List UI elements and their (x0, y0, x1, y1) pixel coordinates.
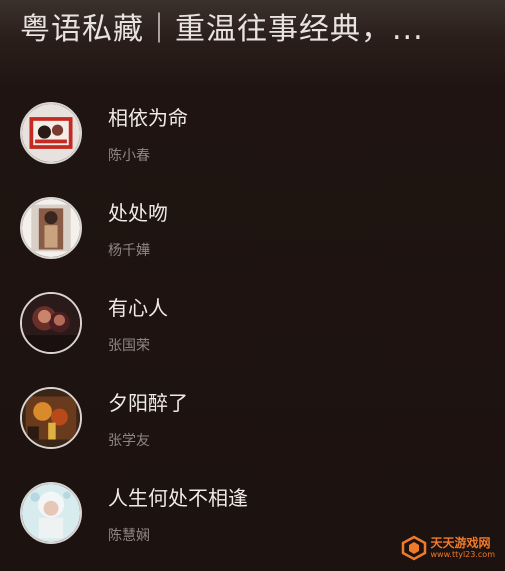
playlist-title: 粤语私藏｜重温往事经典，... (20, 12, 424, 47)
album-cover-icon (20, 102, 82, 164)
song-artist: 张国荣 (108, 338, 150, 354)
song-list: 相依为命 陈小春 处处吻 杨千嬅 有心人 张国荣 夕阳醉了 张学友 人生何处不相… (0, 100, 505, 571)
song-title: 人生何处不相逢 (108, 486, 248, 510)
album-cover-icon (20, 387, 82, 449)
song-artist: 张学友 (108, 433, 150, 449)
album-cover-icon (20, 197, 82, 259)
watermark-url: www.ttyl23.com (430, 550, 495, 559)
song-title: 处处吻 (108, 201, 168, 225)
song-row[interactable]: 处处吻 杨千嬅 (0, 195, 505, 290)
watermark-name: 天天游戏网 (430, 536, 491, 550)
song-artist: 陈慧娴 (108, 528, 150, 544)
song-row[interactable]: 夕阳醉了 张学友 (0, 385, 505, 480)
album-cover-icon (20, 292, 82, 354)
song-row[interactable]: 相依为命 陈小春 (0, 100, 505, 195)
watermark-text: 天天游戏网 www.ttyl23.com (431, 537, 495, 559)
watermark: 天天游戏网 www.ttyl23.com (401, 535, 495, 561)
song-artist: 陈小春 (108, 148, 150, 164)
song-artist: 杨千嬅 (108, 243, 150, 259)
playlist-screen: 粤语私藏｜重温往事经典，... 相依为命 陈小春 处处吻 杨千嬅 有心人 张国荣… (0, 0, 505, 571)
song-title: 有心人 (108, 296, 168, 320)
song-title: 夕阳醉了 (108, 391, 188, 415)
song-row[interactable]: 有心人 张国荣 (0, 290, 505, 385)
song-title: 相依为命 (108, 106, 188, 130)
watermark-logo-icon (401, 535, 426, 561)
album-cover-icon (20, 482, 82, 544)
